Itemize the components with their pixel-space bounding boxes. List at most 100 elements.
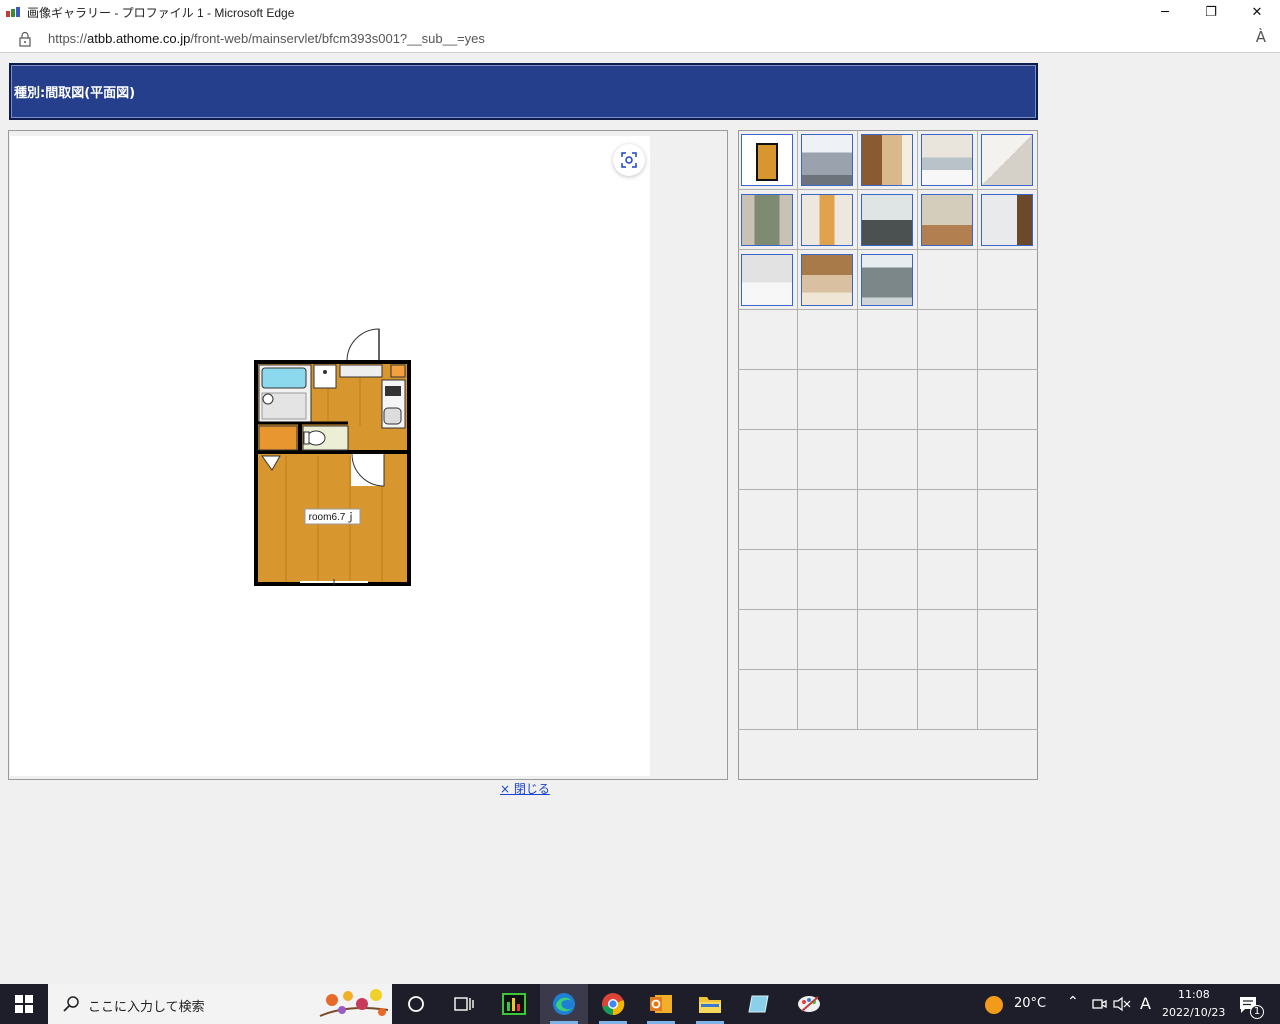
thumbnail-cell: [858, 670, 918, 730]
zoom-icon: [621, 152, 637, 168]
taskbar-app-monitor[interactable]: [490, 984, 538, 1024]
volume-muted-icon[interactable]: [1113, 996, 1131, 1012]
thumbnail-cell[interactable]: [978, 190, 1038, 250]
meet-now-icon[interactable]: [1091, 996, 1107, 1012]
notification-badge: 1: [1250, 1005, 1264, 1019]
thumbnail-room-wood[interactable]: [921, 194, 973, 246]
folder-icon: [699, 997, 721, 1013]
outlook-icon: [650, 995, 672, 1013]
thumbnail-cell: [798, 430, 858, 490]
thumbnail-cell[interactable]: [978, 130, 1038, 190]
thumbnail-cell: [858, 310, 918, 370]
thumbnail-cell: [978, 670, 1038, 730]
thumbnail-cell[interactable]: [738, 130, 798, 190]
task-view-icon: [454, 997, 474, 1011]
search-placeholder: ここに入力して検索: [88, 1000, 205, 1015]
thumbnail-cell: [858, 610, 918, 670]
thumbnail-interior-dark[interactable]: [861, 194, 913, 246]
notes-icon: [748, 995, 769, 1013]
thumbnail-floorplan[interactable]: [741, 134, 793, 186]
thumbnail-cell: [738, 310, 798, 370]
thumbnail-cell: [858, 490, 918, 550]
taskbar: ここに入力して検索 20°C ⌃ A 11:08 2022/10/23 1: [0, 984, 1280, 1024]
thumbnail-cell[interactable]: [798, 190, 858, 250]
taskbar-app-chrome[interactable]: [589, 984, 637, 1024]
paint-icon: [798, 996, 820, 1012]
thumbnail-hallway[interactable]: [801, 194, 853, 246]
thumbnail-bath[interactable]: [981, 134, 1033, 186]
thumbnail-cell: [918, 250, 978, 310]
url-text[interactable]: https://atbb.athome.co.jp/front-web/main…: [48, 31, 485, 46]
thumbnail-cell: [978, 490, 1038, 550]
ime-mode-indicator[interactable]: A: [1140, 994, 1151, 1013]
thumbnail-cell[interactable]: [738, 250, 798, 310]
address-bar[interactable]: https://atbb.athome.co.jp/front-web/main…: [0, 24, 1280, 53]
category-header-text: 種別:間取図(平面図): [14, 86, 136, 101]
tray-overflow-chevron-icon[interactable]: ⌃: [1067, 994, 1079, 1010]
thumbnail-cell: [798, 310, 858, 370]
thumbnail-cell: [918, 370, 978, 430]
thumbnail-cell[interactable]: [798, 250, 858, 310]
thumbnail-cell[interactable]: [918, 190, 978, 250]
window-title: 画像ギャラリー - プロファイル 1 - Microsoft Edge: [27, 5, 295, 20]
thumbnail-exterior[interactable]: [801, 134, 853, 186]
cortana-icon: [408, 996, 424, 1012]
autumn-leaves-icon: [319, 989, 389, 1017]
close-link[interactable]: × 閉じる: [500, 780, 550, 797]
category-header: 種別:間取図(平面図): [9, 63, 1038, 120]
read-aloud-icon[interactable]: À: [1256, 28, 1266, 46]
thumbnail-room-furnished[interactable]: [801, 254, 853, 306]
task-view-button[interactable]: [440, 984, 488, 1024]
weather-temperature[interactable]: 20°C: [1014, 996, 1046, 1011]
close-window-button[interactable]: ✕: [1234, 0, 1280, 24]
thumbnail-cell[interactable]: [858, 130, 918, 190]
thumbnail-intercom[interactable]: [981, 194, 1033, 246]
thumbnail-cell: [978, 550, 1038, 610]
thumbnail-cell: [738, 610, 798, 670]
taskbar-app-edge[interactable]: [540, 984, 588, 1024]
thumbnail-cell: [978, 310, 1038, 370]
taskbar-app-explorer[interactable]: [686, 984, 734, 1024]
restore-button[interactable]: ❐: [1188, 0, 1234, 24]
url-scheme: https://: [48, 31, 88, 46]
thumbnail-room-light[interactable]: [741, 254, 793, 306]
thumbnail-building[interactable]: [861, 254, 913, 306]
clock-time[interactable]: 11:08: [1178, 988, 1210, 1001]
taskbar-app-notes[interactable]: [735, 984, 783, 1024]
lock-icon: [19, 31, 31, 47]
taskbar-search[interactable]: ここに入力して検索: [48, 984, 392, 1024]
thumbnail-cell: [858, 430, 918, 490]
thumbnail-window[interactable]: [741, 194, 793, 246]
thumbnail-cell[interactable]: [858, 190, 918, 250]
zoom-button[interactable]: [613, 144, 645, 176]
thumbnail-floorplan-mark: [756, 143, 778, 181]
thumbnail-cell: [798, 490, 858, 550]
thumbnail-cell: [978, 250, 1038, 310]
app-favicon-icon: [6, 7, 20, 17]
cortana-button[interactable]: [392, 984, 440, 1024]
edge-icon: [553, 993, 575, 1015]
thumbnail-cell: [918, 550, 978, 610]
minimize-button[interactable]: ─: [1142, 0, 1188, 24]
thumbnail-cell[interactable]: [918, 130, 978, 190]
taskbar-app-paint[interactable]: [785, 984, 833, 1024]
thumbnail-cell: [738, 490, 798, 550]
thumbnail-room-warm[interactable]: [861, 134, 913, 186]
system-monitor-icon: [502, 993, 526, 1015]
thumbnail-cell[interactable]: [798, 130, 858, 190]
thumbnail-cell: [858, 370, 918, 430]
clock-date[interactable]: 2022/10/23: [1162, 1006, 1225, 1019]
thumbnail-cell[interactable]: [858, 250, 918, 310]
thumbnail-cell: [738, 430, 798, 490]
taskbar-app-outlook[interactable]: [637, 984, 685, 1024]
thumbnail-kitchen[interactable]: [921, 134, 973, 186]
thumbnail-cell: [858, 550, 918, 610]
thumbnail-grid: [738, 130, 1038, 780]
thumbnail-cell: [918, 670, 978, 730]
search-icon: [63, 996, 79, 1012]
chrome-icon: [602, 993, 625, 1016]
thumbnail-cell: [978, 610, 1038, 670]
start-button[interactable]: [0, 984, 48, 1024]
thumbnail-cell[interactable]: [738, 190, 798, 250]
thumbnail-cell: [798, 370, 858, 430]
